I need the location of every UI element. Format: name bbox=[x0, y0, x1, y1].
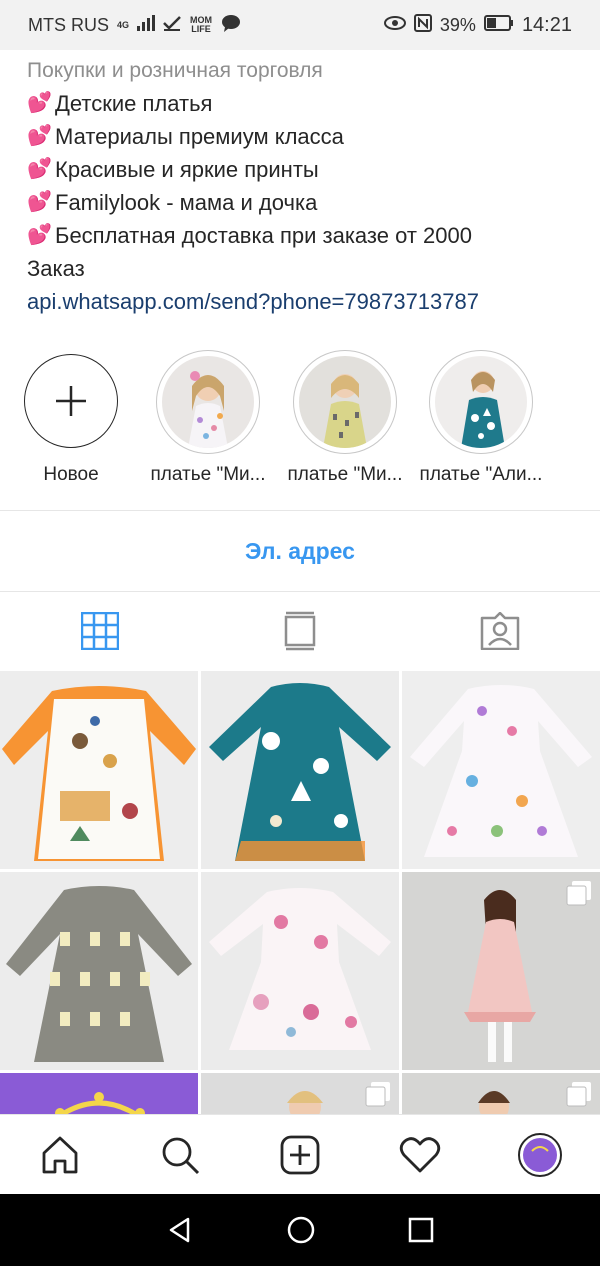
post-grey-dress[interactable] bbox=[0, 872, 198, 1070]
bio-line: 💕 Детские платья bbox=[27, 87, 587, 120]
highlight-label: платье "Али... bbox=[419, 464, 543, 485]
nav-home[interactable] bbox=[0, 1115, 120, 1194]
whatsapp-link[interactable]: api.whatsapp.com/send?phone=79873713787 bbox=[27, 285, 587, 318]
momlife-icon: MOM LIFE bbox=[190, 15, 213, 34]
plus-icon bbox=[56, 386, 86, 416]
network-label: 4G bbox=[117, 19, 130, 30]
activity-icon bbox=[399, 1136, 441, 1172]
battery-icon bbox=[483, 14, 514, 36]
nav-profile[interactable] bbox=[480, 1115, 600, 1194]
highlight-item[interactable]: платье "Ми... bbox=[143, 350, 273, 486]
tab-feed[interactable] bbox=[200, 592, 400, 670]
post-teal-dress[interactable] bbox=[201, 671, 399, 869]
multiple-photos-icon bbox=[566, 1082, 591, 1107]
tab-tagged[interactable] bbox=[400, 592, 600, 670]
profile-bio: Покупки и розничная торговля 💕 Детские пл… bbox=[27, 54, 587, 318]
bio-line: 💕 Материалы премиум класса bbox=[27, 120, 587, 153]
eye-icon bbox=[383, 15, 406, 36]
multiple-photos-icon bbox=[365, 1082, 390, 1107]
search-icon bbox=[162, 1137, 200, 1174]
highlight-cover bbox=[435, 356, 527, 448]
add-post-icon bbox=[280, 1135, 320, 1174]
email-button[interactable]: Эл. адрес bbox=[0, 512, 600, 590]
highlight-item[interactable]: платье "Али... bbox=[416, 350, 546, 486]
bio-line: 💕 Familylook - мама и дочка bbox=[27, 186, 587, 219]
post-white-print-dress[interactable] bbox=[402, 671, 600, 869]
divider bbox=[0, 510, 600, 511]
new-highlight-button[interactable] bbox=[24, 354, 118, 448]
highlight-cover bbox=[299, 356, 391, 448]
carrier-label: MTS RUS bbox=[28, 14, 109, 35]
hearts-emoji-icon: 💕 bbox=[27, 158, 52, 180]
clock: 14:21 bbox=[521, 13, 572, 36]
highlight-label: платье "Ми... bbox=[287, 464, 403, 485]
home-button-icon[interactable] bbox=[286, 1215, 316, 1245]
order-label: Заказ bbox=[27, 256, 85, 281]
nav-add-post[interactable] bbox=[240, 1115, 360, 1194]
grid-icon bbox=[81, 612, 119, 650]
profile-tabs bbox=[0, 592, 600, 670]
nav-activity[interactable] bbox=[360, 1115, 480, 1194]
status-left: MTS RUS 4G MOM LIFE bbox=[28, 14, 241, 37]
profile-avatar bbox=[518, 1132, 562, 1177]
bio-line: 💕 Бесплатная доставка при заказе от 2000 bbox=[27, 219, 587, 252]
post-purple-logo[interactable] bbox=[0, 1073, 198, 1114]
feed-icon bbox=[284, 611, 316, 651]
tab-grid[interactable] bbox=[0, 592, 200, 670]
bio-line-text: Familylook - мама и дочка bbox=[55, 190, 318, 215]
bio-line-text: Бесплатная доставка при заказе от 2000 bbox=[55, 223, 472, 248]
status-bar: MTS RUS 4G MOM LIFE 39% 14:21 bbox=[0, 0, 600, 50]
post-floral-dress[interactable] bbox=[201, 872, 399, 1070]
home-icon bbox=[42, 1136, 78, 1173]
story-highlights: Новое платье "Ми... платье "Ми... платье… bbox=[0, 350, 600, 490]
highlight-item[interactable]: платье "Ми... bbox=[280, 350, 410, 486]
highlight-cover bbox=[162, 356, 254, 448]
status-right: 39% 14:21 bbox=[383, 13, 572, 37]
check-icon bbox=[163, 15, 181, 36]
hearts-emoji-icon: 💕 bbox=[27, 92, 52, 114]
chat-icon bbox=[221, 14, 241, 37]
battery-percent: 39% bbox=[439, 14, 476, 35]
post-orange-dress[interactable] bbox=[0, 671, 198, 869]
post-girl-pink-dress[interactable] bbox=[402, 872, 600, 1070]
bio-line-text: Детские платья bbox=[55, 91, 213, 116]
system-navigation-bar bbox=[0, 1194, 600, 1266]
highlight-label: Новое bbox=[43, 464, 99, 485]
recents-icon[interactable] bbox=[408, 1217, 434, 1243]
nav-search[interactable] bbox=[120, 1115, 240, 1194]
highlight-new[interactable]: Новое bbox=[6, 350, 136, 486]
bio-line-text: Материалы премиум класса bbox=[55, 124, 344, 149]
back-icon[interactable] bbox=[166, 1216, 194, 1244]
profile-category: Покупки и розничная торговля bbox=[27, 59, 323, 82]
tagged-icon bbox=[480, 612, 520, 650]
bio-line-text: Красивые и яркие принты bbox=[55, 157, 319, 182]
highlight-label: платье "Ми... bbox=[150, 464, 266, 485]
signal-icon bbox=[137, 14, 156, 36]
bottom-navigation bbox=[0, 1114, 600, 1194]
hearts-emoji-icon: 💕 bbox=[27, 125, 52, 147]
post-girl-photo-1[interactable] bbox=[201, 1073, 399, 1114]
hearts-emoji-icon: 💕 bbox=[27, 191, 52, 213]
post-grid bbox=[0, 671, 600, 1114]
hearts-emoji-icon: 💕 bbox=[27, 224, 52, 246]
post-girl-photo-2[interactable] bbox=[402, 1073, 600, 1114]
nfc-icon bbox=[413, 13, 432, 37]
multiple-photos-icon bbox=[566, 881, 591, 906]
bio-line: 💕 Красивые и яркие принты bbox=[27, 153, 587, 186]
